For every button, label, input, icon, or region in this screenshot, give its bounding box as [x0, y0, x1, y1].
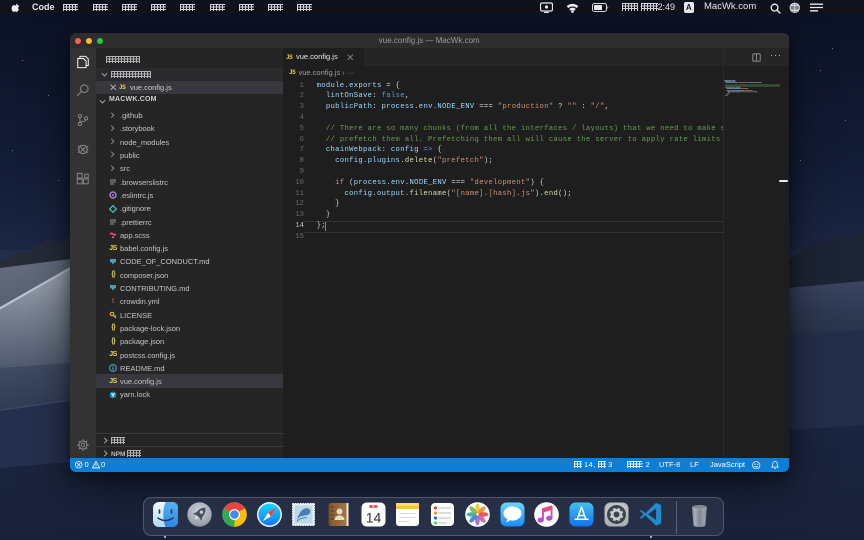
svg-text:14: 14 — [365, 510, 381, 526]
